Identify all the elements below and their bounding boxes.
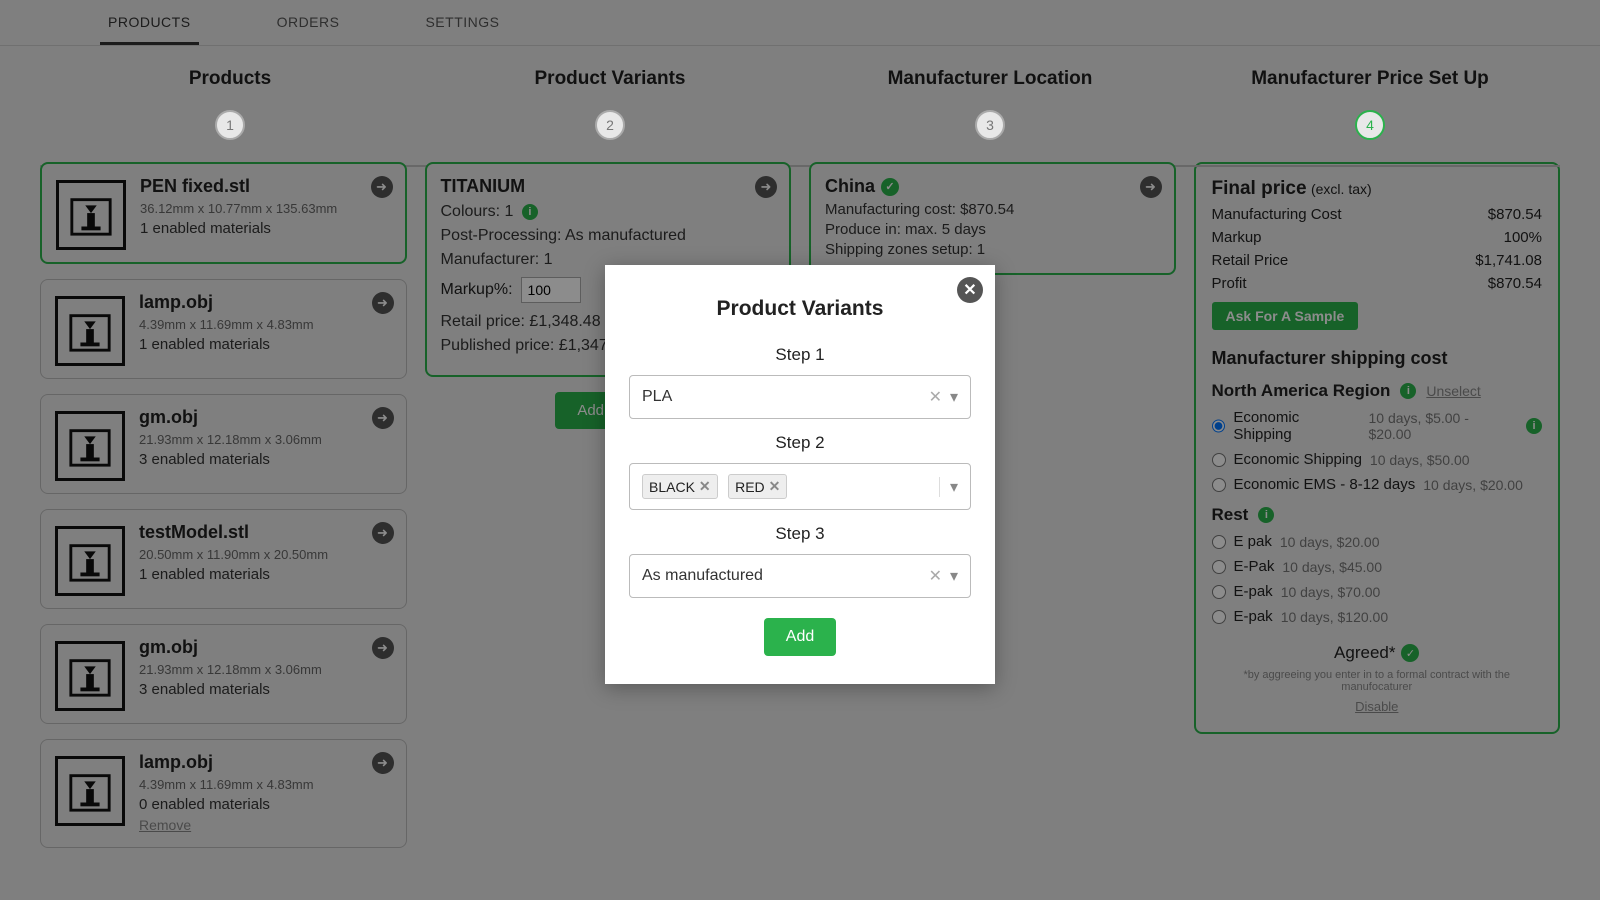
modal-step2-label: Step 2 (629, 433, 971, 453)
step-4-title: Manufacturer Price Set Up (1180, 68, 1560, 90)
step-3[interactable]: Manufacturer Location 3 (800, 68, 1180, 140)
modal-title: Product Variants (629, 297, 971, 321)
step-3-title: Manufacturer Location (800, 68, 1180, 90)
chevron-down-icon[interactable]: ▾ (939, 477, 958, 497)
clear-icon[interactable]: ✕ (929, 387, 942, 407)
step1-select[interactable]: PLA ✕ ▾ (629, 375, 971, 419)
step-1[interactable]: Products 1 (40, 68, 420, 140)
step2-select[interactable]: BLACK ✕ RED ✕ ▾ (629, 463, 971, 510)
step3-value: As manufactured (642, 567, 929, 585)
step-2-circle: 2 (595, 110, 625, 140)
step-1-circle: 1 (215, 110, 245, 140)
product-variants-modal: ✕ Product Variants Step 1 PLA ✕ ▾ Step 2… (605, 265, 995, 684)
step1-value: PLA (642, 388, 929, 406)
step-4[interactable]: Manufacturer Price Set Up 4 (1180, 68, 1560, 140)
chevron-down-icon[interactable]: ▾ (950, 387, 958, 407)
step3-select[interactable]: As manufactured ✕ ▾ (629, 554, 971, 598)
step-2-title: Product Variants (420, 68, 800, 90)
close-icon[interactable]: ✕ (957, 277, 983, 303)
tag-black: BLACK ✕ (642, 474, 718, 499)
step-1-title: Products (40, 68, 420, 90)
remove-tag-icon[interactable]: ✕ (699, 478, 711, 495)
modal-step1-label: Step 1 (629, 345, 971, 365)
chevron-down-icon[interactable]: ▾ (950, 566, 958, 586)
modal-add-button[interactable]: Add (764, 618, 836, 656)
modal-step3-label: Step 3 (629, 524, 971, 544)
step-2[interactable]: Product Variants 2 (420, 68, 800, 140)
clear-icon[interactable]: ✕ (929, 566, 942, 586)
remove-tag-icon[interactable]: ✕ (769, 478, 781, 495)
tag-red: RED ✕ (728, 474, 787, 499)
step-4-circle: 4 (1355, 110, 1385, 140)
step-3-circle: 3 (975, 110, 1005, 140)
